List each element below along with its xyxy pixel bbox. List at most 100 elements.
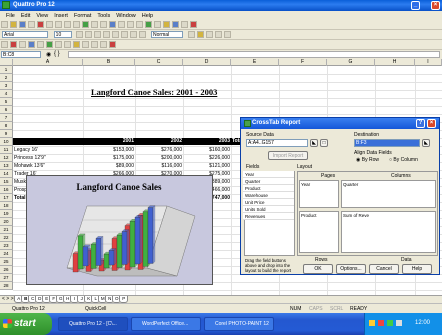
menu-file[interactable]: File [6, 13, 15, 19]
menu-tools[interactable]: Tools [97, 13, 110, 19]
row-header-14[interactable]: 14 [0, 170, 13, 178]
chart-icon[interactable] [82, 21, 89, 28]
style-select[interactable]: Normal [151, 31, 184, 38]
sales-value-cell[interactable]: $116,000 [135, 162, 183, 170]
row-header-19[interactable]: 19 [0, 210, 13, 218]
menu-help[interactable]: Help [142, 13, 153, 19]
row-field[interactable]: Product [301, 213, 317, 218]
field-year[interactable]: Year [243, 171, 294, 178]
copy-icon[interactable] [46, 21, 53, 28]
map-icon[interactable] [163, 21, 170, 28]
row-header-11[interactable]: 11 [0, 146, 13, 154]
size-select[interactable]: 10 [53, 31, 72, 38]
field-revenues[interactable]: Revenues [243, 213, 294, 220]
quickcell-label[interactable]: QuickCell [85, 306, 106, 312]
sales-value-cell[interactable]: $175,000 [83, 154, 135, 162]
row-header-2[interactable]: 2 [0, 74, 13, 82]
menu-edit[interactable]: Edit [21, 13, 30, 19]
format-icon[interactable] [223, 31, 231, 38]
row-header-24[interactable]: 24 [0, 250, 13, 258]
row-header-27[interactable]: 27 [0, 274, 13, 282]
redo-icon[interactable] [73, 21, 80, 28]
col-f[interactable]: F [279, 59, 327, 66]
source-browse-icon[interactable]: □ [320, 139, 328, 147]
help-button[interactable]: Help [402, 264, 432, 274]
row-header-16[interactable]: 16 [0, 186, 13, 194]
data-drop-zone[interactable]: Sum of Reve [341, 211, 436, 253]
web-icon[interactable] [100, 41, 107, 48]
menu-window[interactable]: Window [116, 13, 136, 19]
align-by-column-radio[interactable]: ○ By Column [389, 157, 418, 163]
menu-insert[interactable]: Insert [54, 13, 68, 19]
minimize-button[interactable]: _ [411, 1, 420, 10]
row-header-8[interactable]: 8 [0, 122, 13, 130]
dialog-close-button[interactable]: × [427, 119, 436, 128]
italic-icon[interactable] [85, 31, 93, 38]
font-color-icon[interactable] [205, 31, 213, 38]
row-header-20[interactable]: 20 [0, 218, 13, 226]
field-units-sold[interactable]: Units Sold [243, 206, 294, 213]
data-field[interactable]: Sum of Reve [343, 213, 369, 218]
destination-pick-icon[interactable]: ◣ [422, 139, 430, 147]
close-button[interactable]: × [431, 1, 440, 10]
row-header-1[interactable]: 1 [0, 66, 13, 74]
row-header-17[interactable]: 17 [0, 194, 13, 202]
row-header-28[interactable]: 28 [0, 282, 13, 290]
fill-icon[interactable] [196, 31, 204, 38]
strike-icon[interactable] [121, 31, 129, 38]
corner-select[interactable] [0, 59, 13, 66]
row-header-10[interactable]: 10 [0, 138, 13, 146]
sales-value-cell[interactable]: $276,000 [135, 146, 183, 154]
volume-icon[interactable] [396, 320, 402, 326]
sales-value-cell[interactable]: $226,000 [183, 154, 231, 162]
underline-icon[interactable] [94, 31, 102, 38]
sheet-tab-p[interactable]: P [119, 296, 129, 303]
row-header-18[interactable]: 18 [0, 202, 13, 210]
field-unit-price[interactable]: Unit Price [243, 199, 294, 206]
help-icon[interactable] [190, 21, 197, 28]
font-select[interactable]: Arial [2, 31, 48, 38]
column-field[interactable]: Quarter [343, 182, 358, 187]
fx-icon[interactable] [145, 21, 152, 28]
col-d[interactable]: D [183, 59, 231, 66]
field-warehouse[interactable]: Warehouse [243, 192, 294, 199]
scenario-icon[interactable] [82, 41, 89, 48]
merge-icon[interactable] [37, 41, 44, 48]
save-icon[interactable] [19, 21, 26, 28]
product-name-cell[interactable]: Princess 12'9" [13, 154, 83, 162]
task-photopaint[interactable]: Corel PHOTO-PAINT 12 [204, 317, 274, 331]
solve-icon[interactable] [91, 41, 98, 48]
cell-reference[interactable]: B:C8 [1, 51, 41, 58]
link-icon[interactable] [55, 41, 62, 48]
grid-icon[interactable] [109, 21, 116, 28]
optimize-icon[interactable] [73, 41, 80, 48]
row-header-26[interactable]: 26 [0, 266, 13, 274]
col-g[interactable]: G [327, 59, 375, 66]
canoe-sales-chart[interactable]: Langford Canoe Sales [26, 175, 213, 285]
page-drop-zone[interactable]: Year [299, 180, 339, 208]
row-header-23[interactable]: 23 [0, 242, 13, 250]
source-input[interactable]: A:A4..G157 [246, 139, 308, 147]
cancel-button[interactable]: Cancel [369, 264, 399, 274]
destination-input[interactable]: B:F3 [354, 139, 420, 147]
row-header-21[interactable]: 21 [0, 226, 13, 234]
col-h[interactable]: H [375, 59, 415, 66]
sort-icon[interactable] [91, 21, 98, 28]
col-e[interactable]: E [231, 59, 279, 66]
undo-icon[interactable] [64, 21, 71, 28]
menu-format[interactable]: Format [74, 13, 91, 19]
paste-icon[interactable] [55, 21, 62, 28]
tray-icon-1[interactable] [369, 320, 375, 326]
zoom-icon[interactable] [181, 21, 188, 28]
subscript-icon[interactable] [103, 31, 111, 38]
sheet-icon[interactable] [1, 41, 8, 48]
superscript-icon[interactable] [112, 31, 120, 38]
field-product[interactable]: Product [243, 185, 294, 192]
draw-icon[interactable] [109, 41, 116, 48]
source-pick-icon[interactable]: ◣ [310, 139, 318, 147]
align-center-icon[interactable] [139, 31, 147, 38]
align-by-row-radio[interactable]: ◉ By Row [356, 157, 379, 163]
formula-input[interactable] [68, 51, 440, 58]
row-header-12[interactable]: 12 [0, 154, 13, 162]
col-b[interactable]: B [83, 59, 135, 66]
